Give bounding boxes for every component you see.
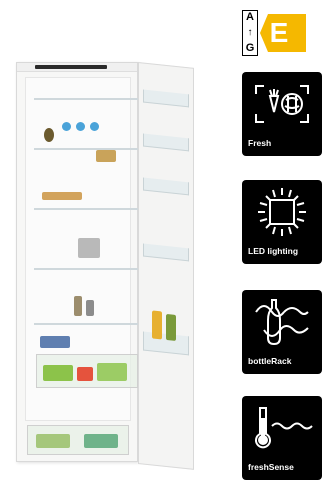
feature-card-led-lighting: LED lighting [242,180,322,264]
food-item [90,122,99,131]
food-item [76,122,85,131]
bottle-rack [143,310,189,356]
glass-shelf [34,268,140,270]
lower-drawer [27,425,129,455]
bottle [152,310,162,340]
energy-scale-bottom: G [245,42,255,54]
energy-scale-top: A [246,11,254,23]
glass-shelf [34,148,140,150]
product-image [0,0,230,492]
feature-card-fresh-sense: freshSense [242,396,322,480]
energy-class-rating: E [269,17,289,48]
food-item [42,192,82,200]
door-shelf [143,89,189,108]
energy-scale-arrow: ↑ [247,27,253,38]
food-item [40,336,70,348]
food-item [97,363,127,381]
fridge-top-panel [17,63,137,72]
food-item [44,128,54,142]
bottle [166,313,176,341]
feature-card-fresh: Fresh [242,72,322,156]
feature-label-fresh-sense: freshSense [248,462,294,472]
fridge-cabinet [16,62,140,462]
door-shelf [143,243,189,262]
feature-label-fresh: Fresh [248,138,272,148]
food-item [84,434,118,448]
control-panel [35,65,107,69]
food-item [36,434,70,448]
door-shelf [143,133,189,152]
food-item [74,296,82,316]
cooking-pot [78,238,100,258]
feature-badges: A ↑ G E Fresh LED lighting bottleRack fr… [242,0,322,492]
food-item [43,365,73,381]
food-item [96,150,116,162]
energy-scale: A ↑ G [242,10,258,56]
food-item [77,367,93,381]
feature-label-led-lighting: LED lighting [248,246,299,256]
feature-card-bottle-rack: bottleRack [242,290,322,374]
energy-label: A ↑ G E [242,10,306,56]
food-item [62,122,71,131]
glass-shelf [34,323,140,325]
food-item [86,300,94,316]
fridge-door [138,62,194,470]
vegetable-drawer [36,354,138,388]
glass-shelf [34,98,140,100]
door-shelf [143,177,189,196]
glass-shelf [34,208,140,210]
fridge-interior [25,77,140,421]
feature-label-bottle-rack: bottleRack [248,356,292,366]
